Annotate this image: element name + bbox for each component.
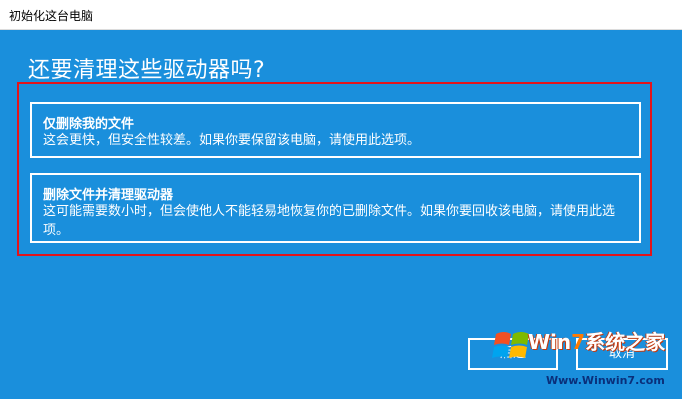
watermark-url: Www.Winwin7.com	[546, 374, 665, 387]
site-watermark: Win7系统之家 Www.Winwin7.com	[492, 316, 682, 399]
option-title: 仅删除我的文件	[43, 117, 135, 132]
watermark-name: Win7系统之家	[528, 330, 666, 354]
option-description: 这可能需要数小时，但会使他人不能轻易地恢复你的已删除文件。如果你要回收该电脑，请…	[43, 204, 616, 238]
title-bar: 初始化这台电脑	[0, 0, 682, 30]
window-title: 初始化这台电脑	[9, 9, 94, 23]
option-remove-files-only[interactable]: 仅删除我的文件 这会更快，但安全性较差。如果你要保留该电脑，请使用此选项。	[30, 102, 641, 158]
option-description: 这会更快，但安全性较差。如果你要保留该电脑，请使用此选项。	[43, 133, 421, 148]
page-heading: 还要清理这些驱动器吗?	[28, 58, 266, 83]
option-title: 删除文件并清理驱动器	[43, 188, 174, 203]
option-remove-and-clean-drive[interactable]: 删除文件并清理驱动器 这可能需要数小时，但会使他人不能轻易地恢复你的已删除文件。…	[30, 173, 641, 243]
